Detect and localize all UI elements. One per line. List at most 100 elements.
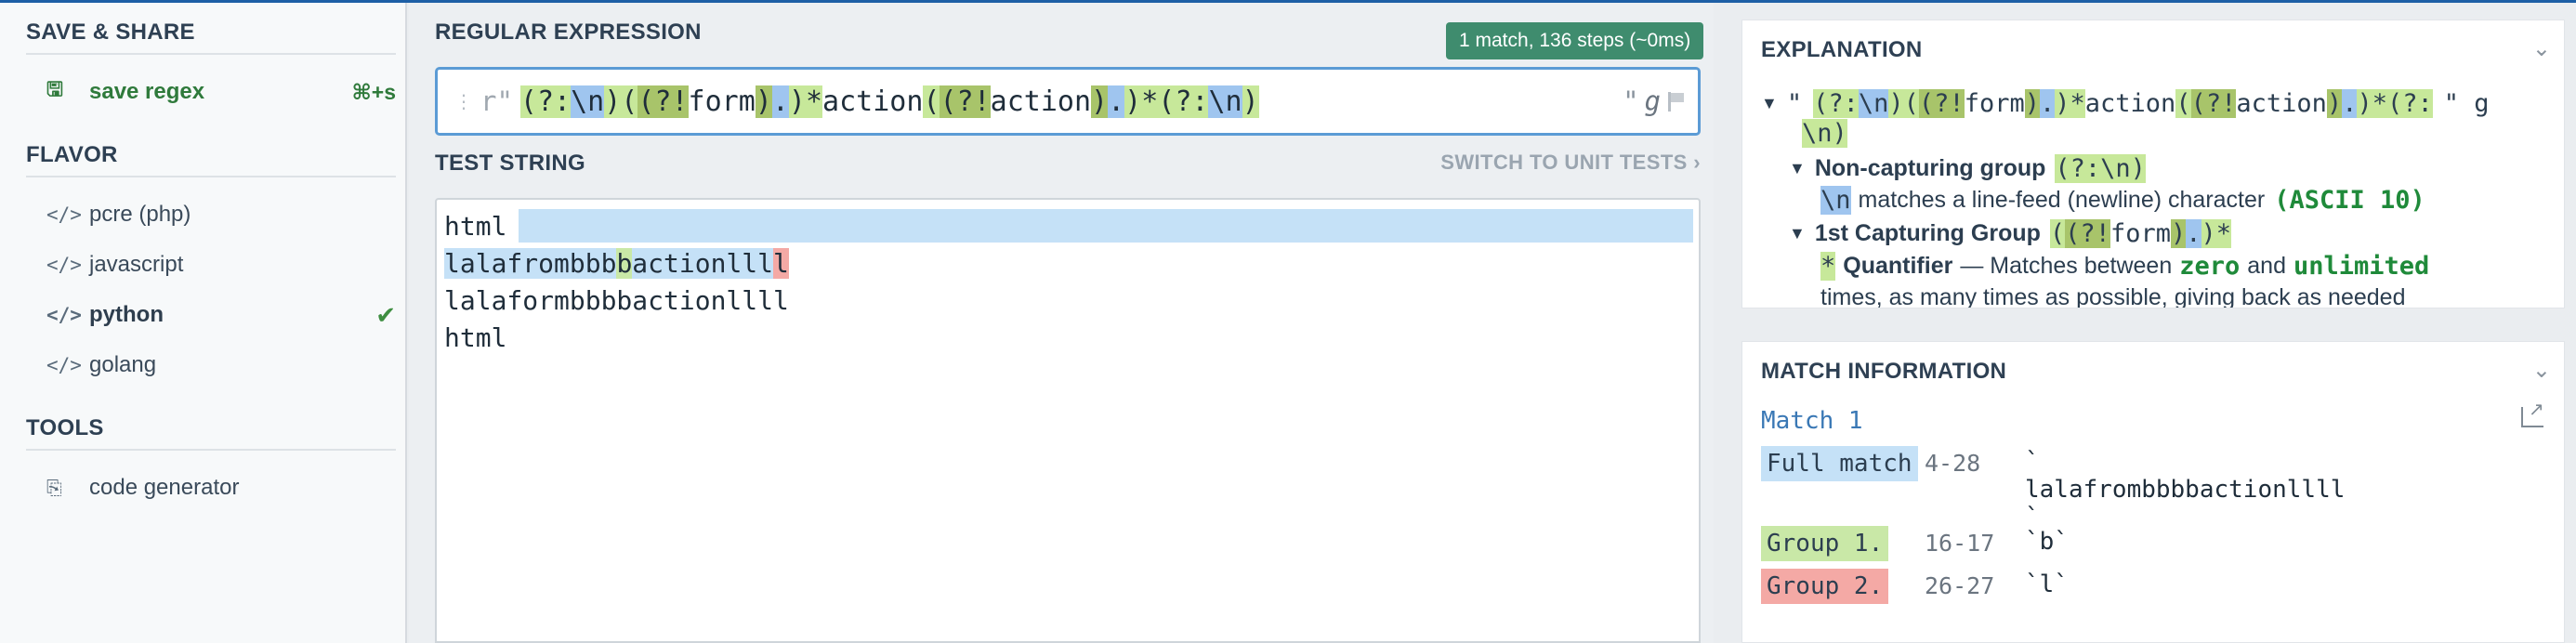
regex-token: action bbox=[2236, 89, 2327, 118]
divider bbox=[26, 53, 396, 55]
save-share-heading: SAVE & SHARE bbox=[26, 20, 195, 45]
group1-range: 16-17 bbox=[1925, 530, 1995, 557]
regex-token: form bbox=[2109, 219, 2171, 248]
full-match-label: Full match bbox=[1761, 446, 1918, 481]
drag-handle-icon[interactable]: ⋮ bbox=[454, 90, 473, 113]
chevron-right-icon: › bbox=[1693, 151, 1701, 174]
regex-flags[interactable]: g bbox=[1645, 85, 1661, 117]
regex-token: . bbox=[2342, 89, 2358, 118]
match-information-panel: MATCH INFORMATION ⌄ Match 1 Full match 4… bbox=[1741, 341, 2565, 643]
explanation-root[interactable]: ▼ " (?:\n)((?!form).)*action((?!action).… bbox=[1761, 89, 2490, 118]
explanation-nc-group[interactable]: ▼ Non-capturing group (?:\n) bbox=[1789, 154, 2146, 183]
test-line: lalaformbbbbactionllll bbox=[444, 284, 789, 316]
regex-token: action bbox=[2084, 89, 2176, 118]
group2-segment: l bbox=[773, 247, 789, 279]
group1-segment: b bbox=[616, 247, 633, 279]
flavor-item-python[interactable]: </> python ✔ bbox=[46, 296, 396, 334]
save-regex-button[interactable]: 🖫 save regex ⌘+s bbox=[46, 73, 396, 111]
flavor-label: pcre (php) bbox=[89, 202, 191, 227]
zero-keyword: zero bbox=[2179, 252, 2241, 281]
full-match-value: ` lalafrombbbbactionllll ` bbox=[2025, 448, 2346, 531]
regex-token: (?! bbox=[940, 85, 991, 118]
explanation-quantifier: * Quantifier — Matches between zero and … bbox=[1820, 252, 2429, 281]
regex-token: (?: bbox=[1158, 85, 1209, 118]
tool-item-code-generator[interactable]: ⎘ code generator bbox=[46, 469, 396, 506]
match-info-heading: MATCH INFORMATION bbox=[1761, 359, 2007, 384]
explanation-quantifier-cont: times, as many times as possible, giving… bbox=[1820, 284, 2406, 308]
regex-token: ) bbox=[1091, 85, 1109, 118]
regex-token: ) bbox=[2170, 219, 2187, 248]
regex-pattern[interactable]: (?:\n)((?!form).)*action((?!action).)*(?… bbox=[519, 85, 1259, 118]
regex-token: ) bbox=[1242, 85, 1259, 118]
group1-value: `b` bbox=[2025, 528, 2069, 556]
chevron-down-icon[interactable]: ⌄ bbox=[2532, 35, 2551, 62]
explanation-group1[interactable]: ▼ 1st Capturing Group ((?!form).)* bbox=[1789, 219, 2232, 248]
full-match-range: 4-28 bbox=[1925, 450, 1981, 477]
regex-token: ) bbox=[1888, 89, 1904, 118]
flavor-heading: FLAVOR bbox=[26, 142, 118, 167]
full-match-segment: lalafrombbb bbox=[444, 247, 617, 279]
tools-heading: TOOLS bbox=[26, 415, 104, 440]
regex-token: action bbox=[822, 85, 924, 118]
regex-token: ( bbox=[2175, 89, 2191, 118]
test-string-heading: TEST STRING bbox=[435, 151, 585, 176]
regex-token: ( bbox=[1903, 89, 1919, 118]
save-icon: 🖫 bbox=[46, 77, 63, 100]
flavor-item-javascript[interactable]: </> javascript bbox=[46, 246, 396, 283]
chevron-down-icon[interactable]: ⌄ bbox=[2532, 357, 2551, 384]
collapse-triangle-icon[interactable]: ▼ bbox=[1789, 159, 1806, 178]
code-file-icon: ⎘ bbox=[46, 476, 62, 499]
quantifier-desc: — Matches between bbox=[1960, 253, 2173, 279]
flavor-item-golang[interactable]: </> golang bbox=[46, 347, 396, 384]
nc-code: (?:\n) bbox=[2055, 154, 2146, 183]
regex-token: ) bbox=[604, 85, 622, 118]
explanation-root-wrap: \n) bbox=[1802, 119, 1847, 148]
regex-token: ) bbox=[2326, 89, 2343, 118]
regex-token: )* bbox=[2055, 89, 2085, 118]
group1-label: Group 1. bbox=[1761, 526, 1889, 561]
switch-label: SWITCH TO UNIT TESTS bbox=[1440, 151, 1688, 174]
regex-token: . bbox=[2186, 219, 2201, 248]
quote-close: " g bbox=[2443, 89, 2490, 118]
save-shortcut: ⌘+s bbox=[351, 79, 396, 104]
explanation-heading: EXPLANATION bbox=[1761, 37, 1923, 62]
code-icon: </> bbox=[46, 354, 82, 376]
share-icon[interactable] bbox=[2521, 398, 2544, 427]
regex-token: )* bbox=[788, 85, 823, 118]
test-string-textarea[interactable]: html lalafrombbb b actionlll l lalaformbbbb… bbox=[435, 198, 1701, 643]
regex-token: (?! bbox=[2190, 89, 2237, 118]
regex-token: action bbox=[990, 85, 1092, 118]
group1-title: 1st Capturing Group bbox=[1814, 220, 2041, 246]
regex-input[interactable]: ⋮ r" (?:\n)((?!form).)*action((?!action)… bbox=[435, 67, 1701, 136]
collapse-triangle-icon[interactable]: ▼ bbox=[1789, 224, 1806, 243]
test-line: html bbox=[444, 322, 507, 353]
explanation-regex: (?:\n)((?!form).)*action((?!action).)*(?… bbox=[1813, 89, 2433, 118]
checkmark-icon: ✔ bbox=[375, 300, 396, 329]
regex-token: . bbox=[771, 85, 789, 118]
code-icon: </> bbox=[46, 203, 82, 226]
regex-token: ( bbox=[923, 85, 940, 118]
code-icon: </> bbox=[46, 304, 82, 326]
flag-icon[interactable] bbox=[1666, 91, 1685, 112]
regex-prefix: r" bbox=[480, 85, 513, 117]
quote-open: " bbox=[1786, 89, 1803, 118]
collapse-triangle-icon[interactable]: ▼ bbox=[1761, 94, 1778, 113]
regex-token: ) bbox=[755, 85, 772, 118]
and-word: and bbox=[2247, 253, 2286, 279]
regex-heading: REGULAR EXPRESSION bbox=[435, 20, 702, 45]
regex-token: \n bbox=[1858, 89, 1889, 118]
explanation-regex-tail: \n) bbox=[1802, 119, 1847, 148]
regex-token: \n bbox=[1208, 85, 1242, 118]
code-icon: </> bbox=[46, 254, 82, 276]
match-highlight bbox=[519, 209, 1693, 243]
flavor-item-pcre[interactable]: </> pcre (php) bbox=[46, 196, 396, 233]
tool-label: code generator bbox=[89, 475, 240, 500]
match-status-badge: 1 match, 136 steps (~0ms) bbox=[1446, 22, 1704, 59]
regex-token: )* bbox=[1124, 85, 1159, 118]
test-line: html bbox=[444, 210, 507, 242]
regex-token: (?! bbox=[1918, 89, 1965, 118]
flavor-label: python bbox=[89, 302, 164, 327]
group1-code: ((?!form).)* bbox=[2049, 219, 2232, 248]
regex-token: (?! bbox=[2065, 219, 2110, 248]
switch-to-unit-tests-link[interactable]: SWITCH TO UNIT TESTS › bbox=[1440, 151, 1701, 175]
